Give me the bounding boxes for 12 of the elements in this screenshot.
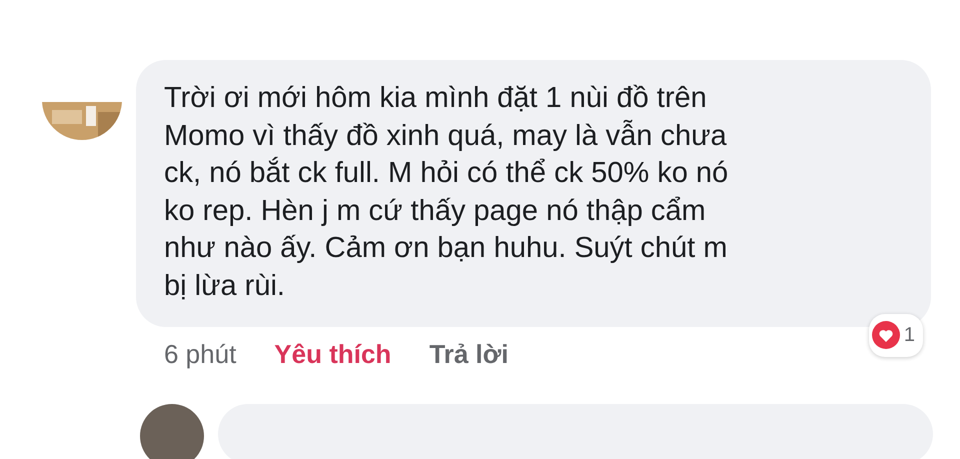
like-link[interactable]: Yêu thích: [274, 339, 392, 370]
avatar-icon: [140, 404, 204, 459]
reaction-count: 1: [904, 322, 915, 348]
comment-line: như nào ấy. Cảm ơn bạn huhu. Suýt chút m: [164, 231, 728, 266]
reaction-badge[interactable]: 1: [868, 314, 923, 357]
comment-line: ck, nó bắt ck full. M hỏi có thể ck 50% ko nó: [164, 156, 730, 191]
comment-line: Trời ơi mới hôm kia mình đặt 1 nùi đồ trên: [164, 81, 708, 116]
comment-line: bị lừa rùi.: [164, 268, 286, 304]
comment-time: 6 phút: [164, 339, 236, 370]
comment-line: Momo vì thấy đồ xinh quá, may là vẫn chưa: [164, 118, 728, 154]
comment-line: ko rep. Hèn j m cứ thấy page nó thập cẩm: [164, 194, 707, 228]
reply-link[interactable]: Trả lời: [429, 339, 508, 370]
